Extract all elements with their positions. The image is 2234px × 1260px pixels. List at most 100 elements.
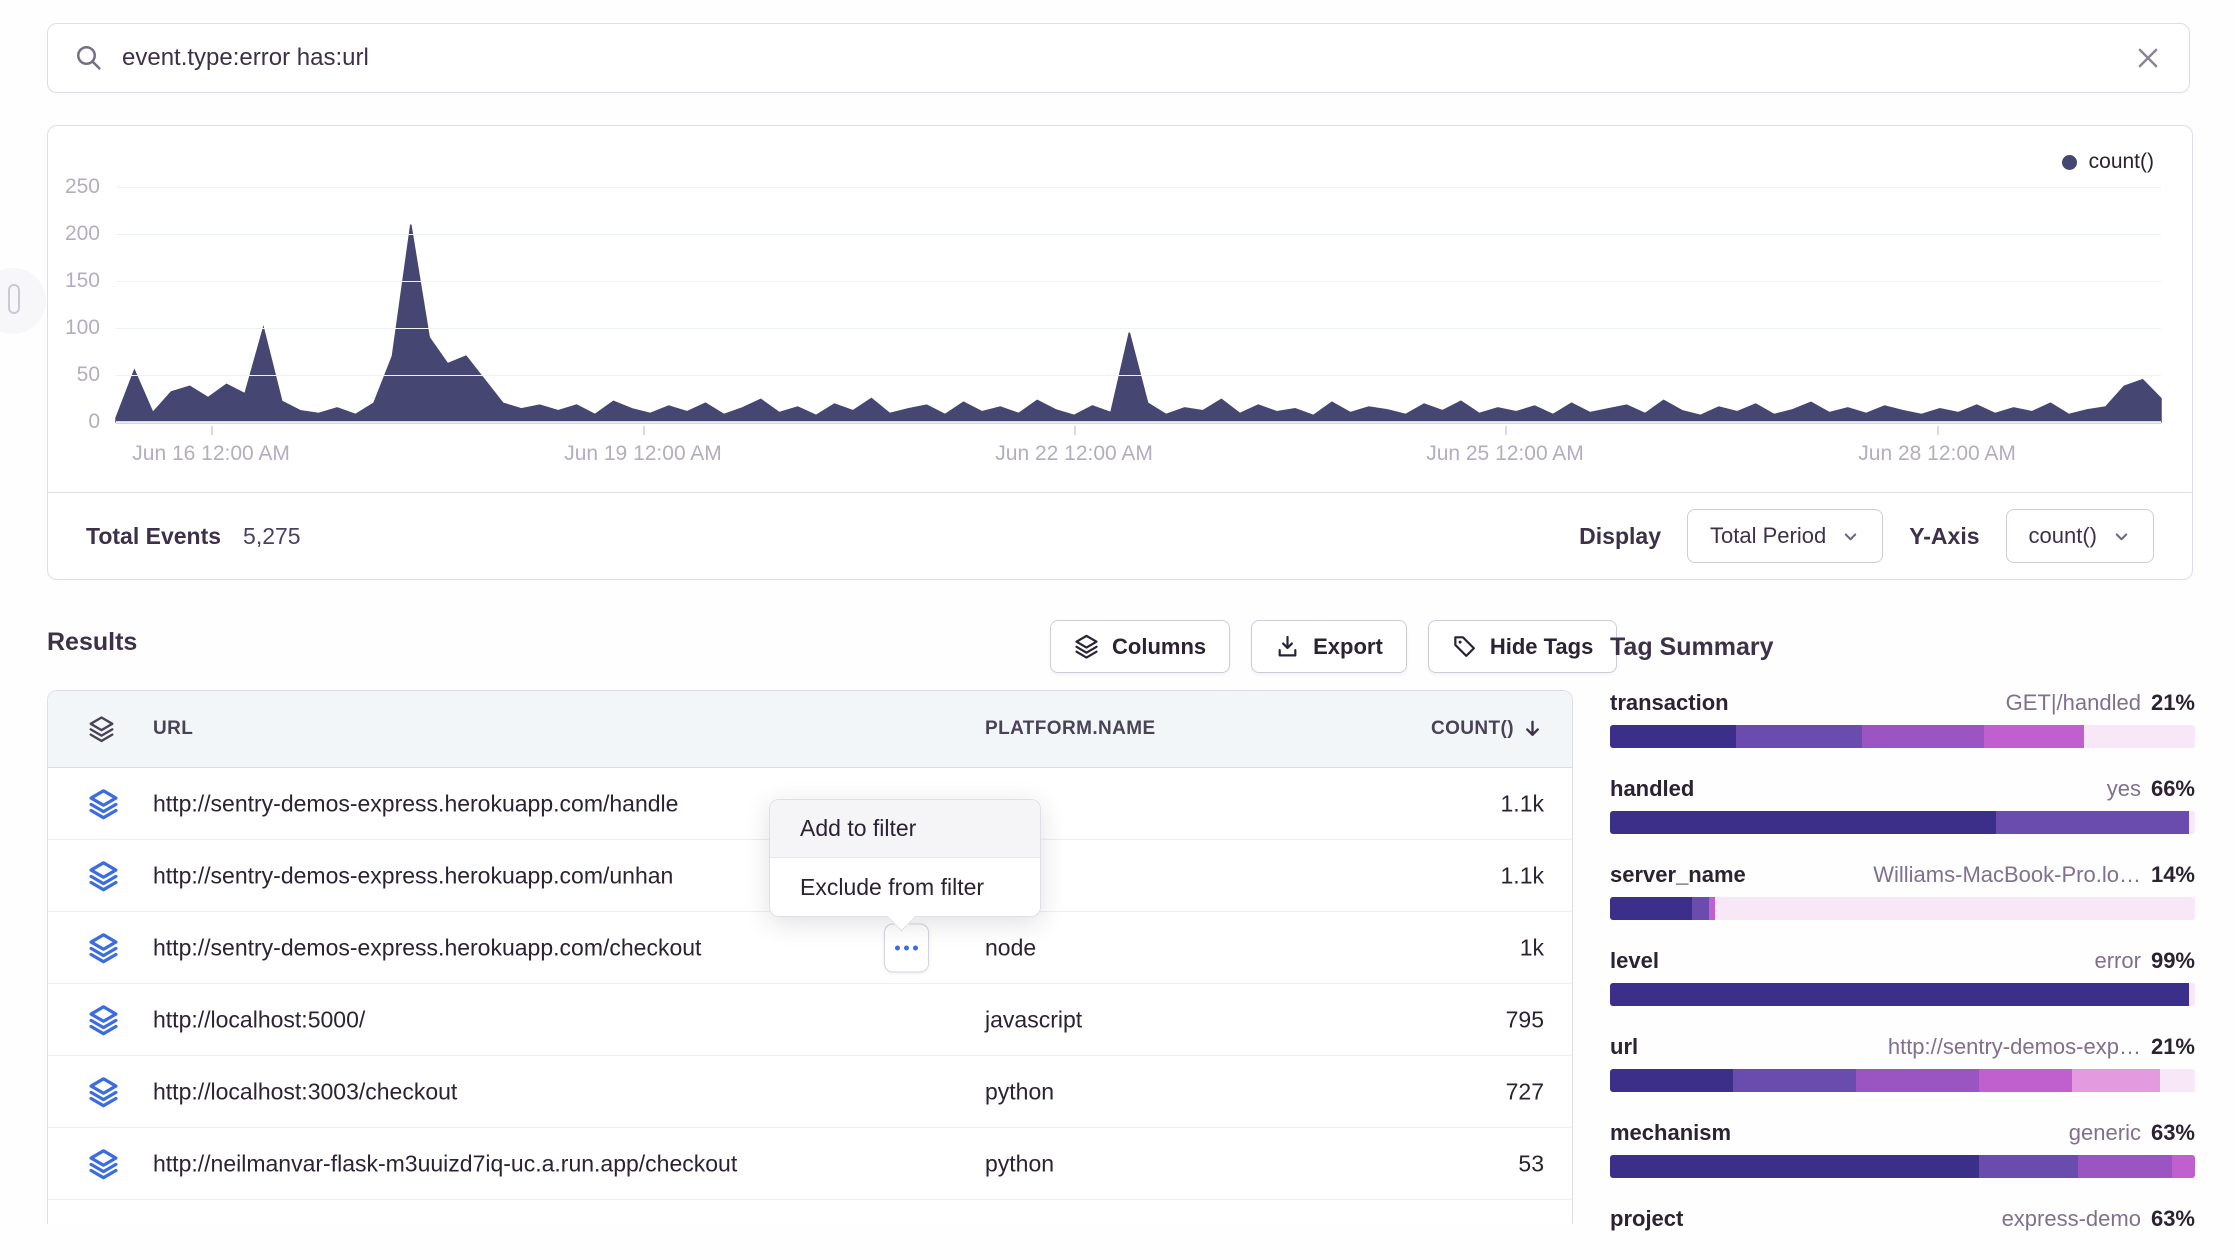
chart-legend[interactable]: count() (2062, 150, 2154, 174)
cell-filter-context-menu: Add to filter Exclude from filter (769, 799, 1041, 917)
url-cell[interactable]: http://localhost:5000/ (153, 1006, 365, 1033)
count-cell[interactable]: 53 (1518, 1150, 1544, 1177)
tag-entry: handled yes 66% (1610, 775, 2195, 834)
gridline (116, 375, 2161, 376)
tag-top-value[interactable]: yes (2107, 775, 2141, 803)
tag-name: server_name (1610, 861, 1746, 889)
tag-entry: server_nameWilliams-MacBook-Pro.lo…14% (1610, 861, 2195, 920)
display-label: Display (1579, 523, 1661, 550)
tag-distribution-bar[interactable] (1610, 1069, 2195, 1092)
column-header-count[interactable]: COUNT() (1431, 718, 1514, 740)
y-axis-tick-label: 150 (30, 269, 100, 293)
platform-cell[interactable]: javascript (985, 1006, 1082, 1033)
table-row[interactable]: http://neilmanvar-flask-m3uuizd7iq-uc.a.… (48, 1128, 1572, 1200)
column-header-url[interactable]: URL (153, 718, 193, 740)
x-axis-tick (1937, 426, 1939, 435)
column-header-platform[interactable]: PLATFORM.NAME (985, 718, 1156, 740)
url-cell[interactable]: http://sentry-demos-express.herokuapp.co… (153, 790, 678, 817)
tag-top-percent: 66% (2151, 775, 2195, 803)
x-axis-tick-label: Jun 19 12:00 AM (564, 442, 722, 466)
clear-search-icon[interactable] (2133, 43, 2163, 73)
tag-entry: urlhttp://sentry-demos-exp…21% (1610, 1033, 2195, 1092)
tag-summary: Tag Summary transactionGET|/handled21%ha… (1610, 633, 2195, 1260)
legend-dot-icon (2062, 155, 2077, 170)
tag-entry: level error 99% (1610, 947, 2195, 1006)
count-cell[interactable]: 727 (1506, 1078, 1544, 1105)
results-heading: Results (47, 628, 137, 657)
table-row[interactable]: http://sentry-demos-express.herokuapp.co… (48, 912, 1572, 984)
tag-icon (1452, 634, 1477, 659)
table-row (48, 1200, 1572, 1224)
gridline (116, 328, 2161, 329)
x-axis-tick (211, 426, 213, 435)
export-button[interactable]: Export (1251, 620, 1407, 673)
url-cell[interactable]: http://neilmanvar-flask-m3uuizd7iq-uc.a.… (153, 1150, 737, 1177)
add-to-filter-menu-item[interactable]: Add to filter (770, 800, 1040, 858)
tag-entry: transactionGET|/handled21% (1610, 689, 2195, 748)
tag-name: level (1610, 947, 1659, 975)
tag-distribution-bar[interactable] (1610, 983, 2195, 1006)
table-row[interactable]: http://localhost:5000/javascript 795 (48, 984, 1572, 1056)
x-axis-tick-label: Jun 16 12:00 AM (132, 442, 290, 466)
gridline (116, 234, 2161, 235)
tag-top-percent: 63% (2151, 1205, 2195, 1233)
gridline (116, 187, 2161, 188)
yaxis-label: Y-Axis (1909, 523, 1979, 550)
tag-name: mechanism (1610, 1119, 1731, 1147)
x-axis-tick-label: Jun 22 12:00 AM (995, 442, 1153, 466)
gridline (116, 422, 2161, 423)
tag-name: transaction (1610, 689, 1729, 717)
tag-name: project (1610, 1205, 1683, 1233)
tag-distribution-bar[interactable] (1610, 811, 2195, 834)
stack-icon (88, 1004, 119, 1035)
total-events-label: Total Events (86, 523, 221, 550)
count-cell[interactable]: 795 (1506, 1006, 1544, 1033)
x-axis-tick (643, 426, 645, 435)
count-cell[interactable]: 1.1k (1501, 790, 1544, 817)
url-cell[interactable]: http://localhost:3003/checkout (153, 1078, 457, 1105)
platform-cell[interactable]: python (985, 1078, 1054, 1105)
tag-top-value[interactable]: express-demo (2002, 1205, 2141, 1233)
x-axis-tick (1505, 426, 1507, 435)
tag-distribution-bar[interactable] (1610, 1155, 2195, 1178)
y-axis-tick-label: 100 (30, 316, 100, 340)
tag-top-value[interactable]: generic (2069, 1119, 2141, 1147)
stack-icon (88, 932, 119, 963)
results-table: URL PLATFORM.NAME COUNT() http://sentry-… (47, 690, 1573, 1224)
layers-icon (1074, 634, 1099, 659)
x-axis-tick-label: Jun 25 12:00 AM (1426, 442, 1584, 466)
search-query-input[interactable]: event.type:error has:url (122, 44, 2115, 72)
y-axis-tick-label: 250 (30, 175, 100, 199)
platform-cell[interactable]: python (985, 1150, 1054, 1177)
legend-label: count() (2089, 150, 2154, 174)
search-bar[interactable]: event.type:error has:url (47, 23, 2190, 93)
count-cell[interactable]: 1k (1520, 934, 1544, 961)
tag-top-value[interactable]: http://sentry-demos-exp… (1888, 1033, 2141, 1061)
collapse-pill-icon (8, 284, 20, 314)
chevron-down-icon (1841, 527, 1860, 546)
chart-plot[interactable]: 250200150100500 Jun 16 12:00 AMJun 19 12… (116, 187, 2161, 422)
y-axis-tick-label: 0 (30, 410, 100, 434)
tag-top-value[interactable]: error (2095, 947, 2141, 975)
cell-actions-button[interactable] (884, 923, 929, 972)
tag-top-value[interactable]: GET|/handled (2006, 689, 2141, 717)
tag-name: handled (1610, 775, 1694, 803)
tag-distribution-bar[interactable] (1610, 897, 2195, 920)
sort-desc-arrow-icon[interactable] (1521, 718, 1544, 741)
url-cell[interactable]: http://sentry-demos-express.herokuapp.co… (153, 862, 673, 889)
url-cell[interactable]: http://sentry-demos-express.herokuapp.co… (153, 934, 701, 961)
display-dropdown[interactable]: Total Period (1687, 509, 1883, 563)
table-row[interactable]: http://localhost:3003/checkout python 727 (48, 1056, 1572, 1128)
hide-tags-button[interactable]: Hide Tags (1428, 620, 1618, 673)
yaxis-dropdown[interactable]: count() (2006, 509, 2154, 563)
chart-footer: Total Events 5,275 Display Total Period … (48, 492, 2192, 579)
tag-top-value[interactable]: Williams-MacBook-Pro.lo… (1873, 861, 2141, 889)
area-chart (116, 187, 2161, 422)
stack-icon (88, 1076, 119, 1107)
platform-cell[interactable]: node (985, 934, 1036, 961)
count-cell[interactable]: 1.1k (1501, 862, 1544, 889)
tag-distribution-bar[interactable] (1610, 725, 2195, 748)
columns-button[interactable]: Columns (1050, 620, 1230, 673)
results-toolbar: Columns Export Hide Tags (1050, 620, 1617, 673)
tag-top-percent: 99% (2151, 947, 2195, 975)
